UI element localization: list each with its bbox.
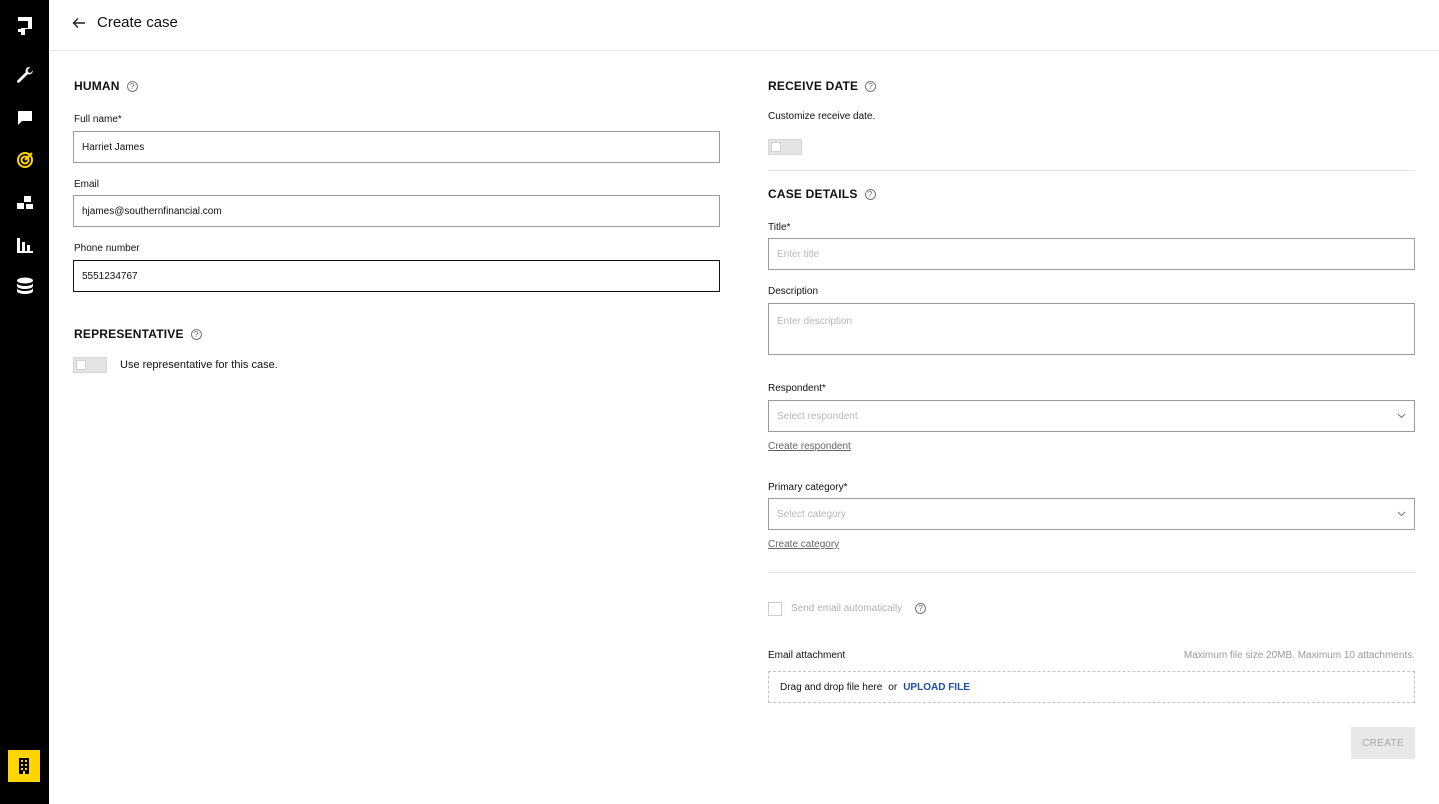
attachment-hint: Maximum file size 20MB. Maximum 10 attac… <box>1183 650 1415 661</box>
email-label: Email <box>74 179 100 190</box>
bar-chart-icon[interactable] <box>12 232 38 258</box>
page-header: Create case <box>49 0 1439 51</box>
sidebar <box>0 0 49 804</box>
respondent-select-placeholder: Select respondent <box>777 410 858 422</box>
attachment-dropzone[interactable]: Drag and drop file here or UPLOAD FILE <box>768 671 1415 703</box>
human-section-title: HUMAN ? <box>74 79 138 93</box>
chevron-down-icon <box>1397 413 1406 419</box>
receive-date-toggle[interactable] <box>768 139 802 155</box>
create-category-link[interactable]: Create category <box>768 539 839 550</box>
toggle-knob <box>76 360 86 370</box>
logo-icon[interactable] <box>12 13 38 39</box>
title-label: Title* <box>768 222 791 233</box>
target-icon[interactable] <box>12 147 38 173</box>
dropzone-text: Drag and drop file here <box>780 681 883 693</box>
create-button[interactable]: CREATE <box>1351 727 1415 759</box>
phone-label: Phone number <box>74 243 140 254</box>
building-icon <box>19 758 29 774</box>
help-icon[interactable]: ? <box>190 328 202 340</box>
send-email-label: Send email automatically <box>791 603 903 614</box>
wrench-icon[interactable] <box>12 62 38 88</box>
representative-toggle[interactable] <box>73 357 107 373</box>
category-label: Primary category* <box>768 482 848 493</box>
divider <box>768 572 1416 573</box>
toggle-knob <box>771 142 781 152</box>
divider <box>768 170 1415 171</box>
help-icon[interactable]: ? <box>865 80 877 92</box>
send-email-checkbox[interactable] <box>768 602 782 616</box>
full-name-label: Full name* <box>74 114 122 125</box>
phone-input[interactable] <box>73 260 720 292</box>
respondent-label: Respondent* <box>768 383 826 394</box>
category-select-placeholder: Select category <box>777 508 846 520</box>
workflow-icon[interactable] <box>12 190 38 216</box>
description-textarea[interactable] <box>768 303 1415 355</box>
dropzone-or: or <box>888 681 898 693</box>
receive-date-description: Customize receive date. <box>768 111 876 122</box>
help-icon[interactable]: ? <box>126 80 138 92</box>
receive-date-section-title: RECEIVE DATE ? <box>768 79 877 93</box>
help-icon[interactable]: ? <box>864 188 876 200</box>
category-select[interactable]: Select category <box>768 498 1415 530</box>
back-button[interactable] <box>69 13 89 33</box>
database-icon[interactable] <box>12 274 38 300</box>
attachment-label: Email attachment <box>768 650 846 661</box>
organization-button[interactable] <box>8 750 40 782</box>
arrow-left-icon <box>72 18 85 28</box>
case-details-section-title: CASE DETAILS ? <box>768 187 876 201</box>
full-name-input[interactable] <box>73 131 720 163</box>
description-label: Description <box>768 286 819 297</box>
chat-icon[interactable] <box>12 105 38 131</box>
representative-toggle-label: Use representative for this case. <box>120 359 278 371</box>
representative-section-title: REPRESENTATIVE ? <box>74 327 202 341</box>
title-input[interactable] <box>768 238 1415 270</box>
respondent-select[interactable]: Select respondent <box>768 400 1415 432</box>
upload-file-link[interactable]: UPLOAD FILE <box>903 682 970 693</box>
create-respondent-link[interactable]: Create respondent <box>768 441 851 452</box>
help-icon[interactable]: ? <box>915 603 926 614</box>
chevron-down-icon <box>1397 511 1406 517</box>
email-input[interactable] <box>73 195 720 227</box>
page-title: Create case <box>97 14 178 31</box>
